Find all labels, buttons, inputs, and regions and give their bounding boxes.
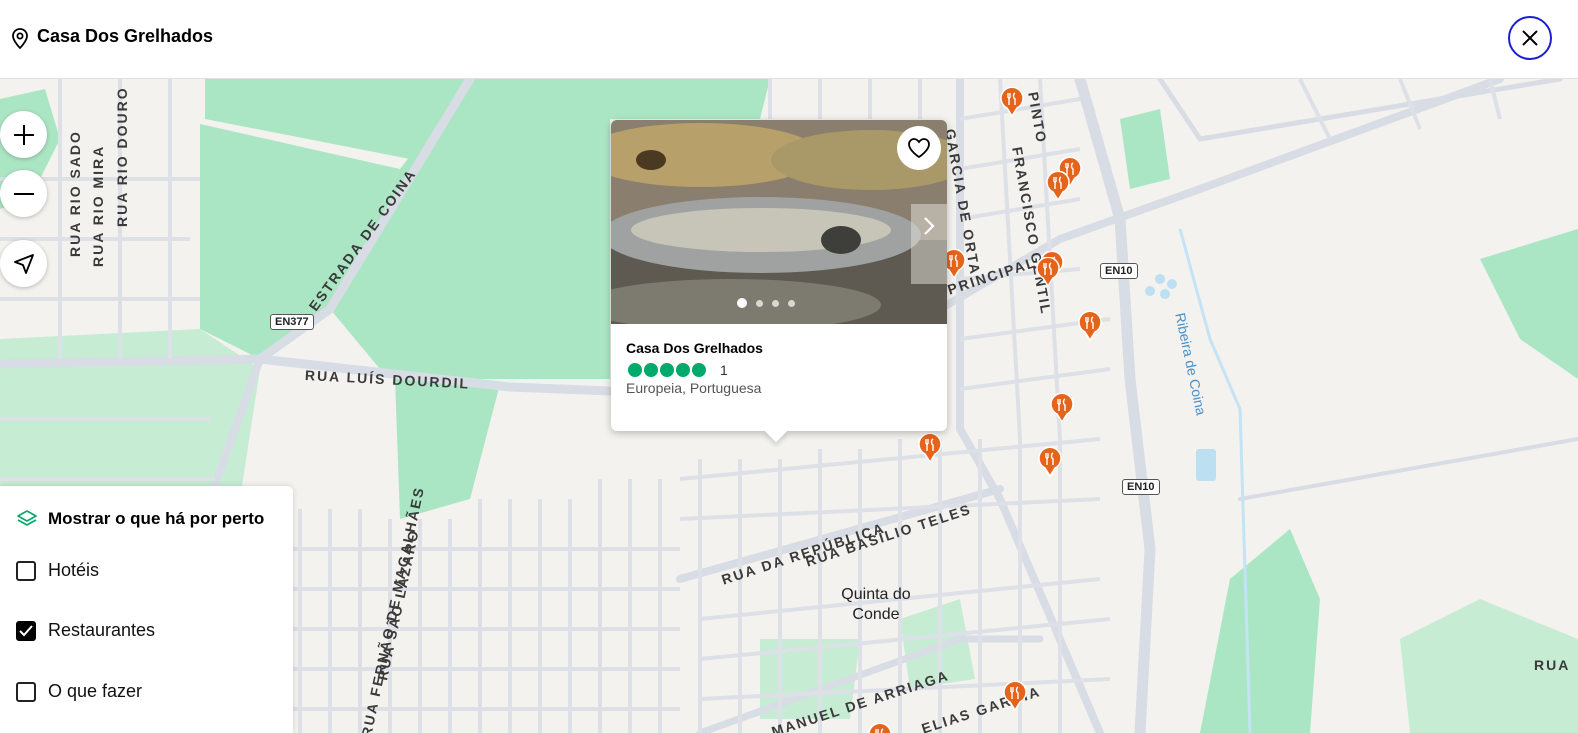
zoom-out-button[interactable] bbox=[0, 170, 47, 217]
rating-bubble bbox=[644, 363, 658, 377]
rating-bubble bbox=[692, 363, 706, 377]
location-pin-icon bbox=[12, 28, 28, 50]
plus-icon bbox=[13, 124, 34, 145]
rating-bubble bbox=[660, 363, 674, 377]
restaurant-popup-card[interactable]: Casa Dos Grelhados 1 Europeia, Portugues… bbox=[611, 120, 947, 443]
restaurant-fork-knife-icon[interactable] bbox=[1000, 87, 1024, 117]
navigate-arrow-icon bbox=[13, 253, 34, 274]
locate-button[interactable] bbox=[0, 240, 47, 287]
restaurant-fork-knife-icon[interactable] bbox=[1050, 393, 1074, 423]
road-shield: EN10 bbox=[1122, 479, 1160, 495]
street-label: RUA RIO SADO bbox=[67, 130, 83, 257]
street-label: RUA bbox=[1534, 657, 1571, 673]
road-shield: EN377 bbox=[270, 314, 314, 330]
restaurant-fork-knife-icon[interactable] bbox=[1038, 447, 1062, 477]
filter-restaurants[interactable]: Restaurantes bbox=[16, 620, 155, 641]
zoom-in-button[interactable] bbox=[0, 111, 47, 158]
filter-hotels[interactable]: Hotéis bbox=[16, 560, 99, 581]
rating-bubbles: 1 bbox=[628, 362, 728, 378]
restaurant-fork-knife-icon[interactable] bbox=[1003, 681, 1027, 711]
things-to-do-label[interactable]: O que fazer bbox=[48, 681, 142, 702]
chevron-right-icon bbox=[924, 217, 935, 235]
restaurant-fork-knife-icon[interactable] bbox=[1036, 257, 1060, 287]
hotels-label[interactable]: Hotéis bbox=[48, 560, 99, 581]
photo-pagination bbox=[737, 298, 795, 308]
checkmark-icon bbox=[19, 624, 33, 636]
minus-icon bbox=[13, 192, 34, 195]
cuisine-label: Europeia, Portuguesa bbox=[626, 380, 762, 396]
photo-dot[interactable] bbox=[737, 298, 747, 308]
restaurants-label[interactable]: Restaurantes bbox=[48, 620, 155, 641]
things-to-do-checkbox[interactable] bbox=[16, 681, 36, 702]
hotels-checkbox[interactable] bbox=[16, 560, 36, 581]
street-label: RUA RIO MIRA bbox=[90, 144, 106, 267]
restaurants-checkbox[interactable] bbox=[16, 620, 36, 641]
rating-bubble bbox=[628, 363, 642, 377]
restaurant-fork-knife-icon[interactable] bbox=[868, 723, 892, 733]
header-bar: Casa Dos Grelhados bbox=[0, 0, 1578, 79]
close-icon bbox=[1522, 30, 1538, 46]
nearby-header: Mostrar o que há por perto bbox=[16, 508, 264, 530]
next-photo-button[interactable] bbox=[913, 204, 945, 248]
filter-things-to-do[interactable]: O que fazer bbox=[16, 681, 142, 702]
photo-dot[interactable] bbox=[756, 299, 763, 307]
rating-bubble bbox=[676, 363, 690, 377]
restaurant-fork-knife-icon[interactable] bbox=[918, 433, 942, 463]
restaurant-fork-knife-icon[interactable] bbox=[1078, 311, 1102, 341]
nearby-panel: Mostrar o que há por perto Hotéis Restau… bbox=[0, 486, 293, 733]
street-label: RUA RIO DOURO bbox=[114, 86, 130, 227]
review-count[interactable]: 1 bbox=[720, 362, 728, 378]
heart-icon bbox=[908, 138, 930, 159]
save-favorite-button[interactable] bbox=[897, 126, 941, 170]
page-title: Casa Dos Grelhados bbox=[37, 26, 214, 46]
nearby-title: Mostrar o que há por perto bbox=[48, 509, 265, 528]
photo-dot[interactable] bbox=[788, 299, 795, 307]
road-shield: EN10 bbox=[1100, 263, 1138, 279]
close-button[interactable] bbox=[1508, 16, 1552, 60]
restaurant-fork-knife-icon[interactable] bbox=[1046, 171, 1070, 201]
place-label-town: Quinta do Conde bbox=[841, 586, 911, 623]
photo-dot[interactable] bbox=[772, 299, 779, 307]
restaurant-name[interactable]: Casa Dos Grelhados bbox=[626, 340, 763, 356]
layers-icon bbox=[17, 510, 37, 526]
